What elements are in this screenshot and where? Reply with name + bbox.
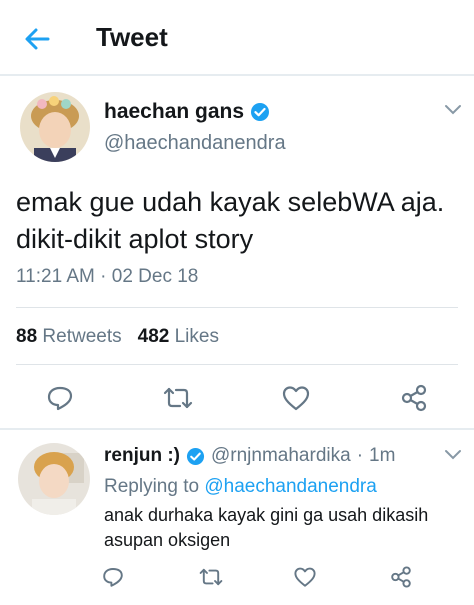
replying-to-label: Replying to xyxy=(104,476,200,497)
reply-button[interactable] xyxy=(100,564,126,590)
share-icon xyxy=(391,566,411,588)
reply-time[interactable]: 1m xyxy=(369,445,395,467)
share-button[interactable] xyxy=(388,564,414,590)
like-button[interactable] xyxy=(292,564,318,590)
like-icon xyxy=(282,386,310,411)
retweet-button[interactable] xyxy=(198,564,224,590)
share-icon xyxy=(401,384,427,412)
like-icon xyxy=(294,567,316,587)
divider xyxy=(16,307,458,308)
likes-count: 482 xyxy=(137,326,170,347)
reply-author-handle[interactable]: @rnjnmahardika xyxy=(211,445,351,467)
back-arrow-icon[interactable] xyxy=(22,24,52,54)
top-bar: Tweet xyxy=(0,0,474,76)
author-handle[interactable]: @haechandanendra xyxy=(104,132,286,155)
tweet-stats: 88 Retweets 482 Likes xyxy=(16,326,219,348)
reply-icon xyxy=(103,568,123,587)
chevron-down-icon[interactable] xyxy=(444,449,462,461)
reply-header: renjun :) @rnjnmahardika · 1m xyxy=(104,445,395,467)
retweets-stat[interactable]: 88 Retweets xyxy=(16,326,122,348)
likes-label: Likes xyxy=(174,326,219,347)
author-name[interactable]: haechan gans xyxy=(104,100,244,124)
page-title: Tweet xyxy=(96,22,168,52)
divider xyxy=(16,364,458,365)
chevron-down-icon[interactable] xyxy=(444,104,462,116)
retweet-button[interactable] xyxy=(162,382,194,414)
verified-badge-icon xyxy=(251,103,270,121)
like-button[interactable] xyxy=(280,382,312,414)
share-button[interactable] xyxy=(398,382,430,414)
verified-badge-icon xyxy=(186,447,205,465)
retweets-label: Retweets xyxy=(42,326,122,347)
avatar[interactable] xyxy=(20,92,90,162)
retweet-icon xyxy=(163,387,193,409)
likes-stat[interactable]: 482 Likes xyxy=(138,326,219,348)
separator-dot: · xyxy=(356,445,364,466)
tweet-text: emak gue udah kayak selebWA aja. dikit-d… xyxy=(16,187,445,254)
reply-button[interactable] xyxy=(44,382,76,414)
retweet-icon xyxy=(199,568,223,586)
reply-avatar[interactable] xyxy=(18,443,90,515)
reply-text: anak durhaka kayak gini ga usah dikasih … xyxy=(104,505,429,550)
reply-icon xyxy=(47,386,73,411)
retweets-count: 88 xyxy=(16,326,38,347)
divider xyxy=(0,428,474,430)
replying-to-handle[interactable]: @haechandanendra xyxy=(204,476,376,497)
reply-author-name[interactable]: renjun :) xyxy=(104,445,180,467)
author-name-row: haechan gans xyxy=(104,100,270,124)
tweet-timestamp[interactable]: 11:21 AM · 02 Dec 18 xyxy=(16,266,198,288)
replying-to: Replying to @haechandanendra xyxy=(104,476,377,498)
